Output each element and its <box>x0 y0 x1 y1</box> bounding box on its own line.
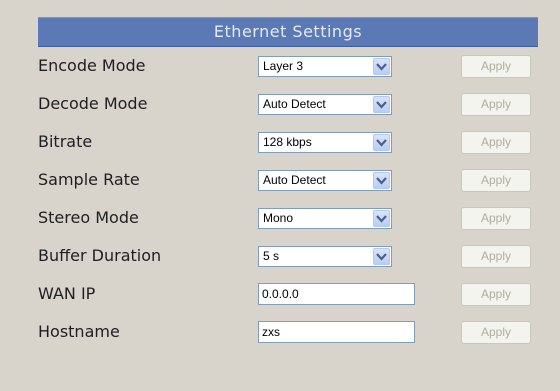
decode-mode-select[interactable]: Auto Detect <box>258 94 392 115</box>
wan-ip-input[interactable]: 0.0.0.0 <box>258 283 415 305</box>
chevron-down-icon[interactable] <box>373 134 390 151</box>
settings-row-wan-ip: WAN IP 0.0.0.0 Apply <box>38 275 538 313</box>
settings-rows: Encode Mode Layer 3 Apply Decode Mode Au… <box>38 47 538 351</box>
apply-button[interactable]: Apply <box>461 283 531 306</box>
chevron-down-icon[interactable] <box>373 248 390 265</box>
settings-row-bitrate: Bitrate 128 kbps Apply <box>38 123 538 161</box>
select-value: 128 kbps <box>263 135 312 149</box>
chevron-down-icon[interactable] <box>373 210 390 227</box>
apply-button[interactable]: Apply <box>461 131 531 154</box>
apply-button[interactable]: Apply <box>461 321 531 344</box>
sample-rate-select[interactable]: Auto Detect <box>258 170 392 191</box>
select-value: Layer 3 <box>263 59 304 73</box>
apply-button[interactable]: Apply <box>461 93 531 116</box>
input-value: 0.0.0.0 <box>262 287 299 301</box>
row-label: Buffer Duration <box>38 246 162 265</box>
apply-button[interactable]: Apply <box>461 245 531 268</box>
apply-button[interactable]: Apply <box>461 169 531 192</box>
settings-row-hostname: Hostname zxs Apply <box>38 313 538 351</box>
row-label: Hostname <box>38 322 120 341</box>
settings-row-encode-mode: Encode Mode Layer 3 Apply <box>38 47 538 85</box>
row-label: Sample Rate <box>38 170 140 189</box>
settings-row-sample-rate: Sample Rate Auto Detect Apply <box>38 161 538 199</box>
select-value: Mono <box>263 211 294 225</box>
select-value: 5 s <box>263 249 280 263</box>
chevron-down-icon[interactable] <box>373 96 390 113</box>
bitrate-select[interactable]: 128 kbps <box>258 132 392 153</box>
chevron-down-icon[interactable] <box>373 172 390 189</box>
settings-row-decode-mode: Decode Mode Auto Detect Apply <box>38 85 538 123</box>
settings-row-buffer-duration: Buffer Duration 5 s Apply <box>38 237 538 275</box>
hostname-input[interactable]: zxs <box>258 321 415 343</box>
encode-mode-select[interactable]: Layer 3 <box>258 56 392 77</box>
row-label: Encode Mode <box>38 56 146 75</box>
apply-button[interactable]: Apply <box>461 55 531 78</box>
ethernet-settings-panel: Ethernet Settings Encode Mode Layer 3 Ap… <box>38 17 538 351</box>
row-label: Bitrate <box>38 132 93 151</box>
input-value: zxs <box>262 325 280 339</box>
buffer-duration-select[interactable]: 5 s <box>258 246 392 267</box>
chevron-down-icon[interactable] <box>373 58 390 75</box>
select-value: Auto Detect <box>263 173 326 187</box>
select-value: Auto Detect <box>263 97 326 111</box>
apply-button[interactable]: Apply <box>461 207 531 230</box>
stereo-mode-select[interactable]: Mono <box>258 208 392 229</box>
row-label: Decode Mode <box>38 94 148 113</box>
panel-title: Ethernet Settings <box>38 17 538 47</box>
settings-row-stereo-mode: Stereo Mode Mono Apply <box>38 199 538 237</box>
row-label: WAN IP <box>38 284 96 303</box>
row-label: Stereo Mode <box>38 208 139 227</box>
